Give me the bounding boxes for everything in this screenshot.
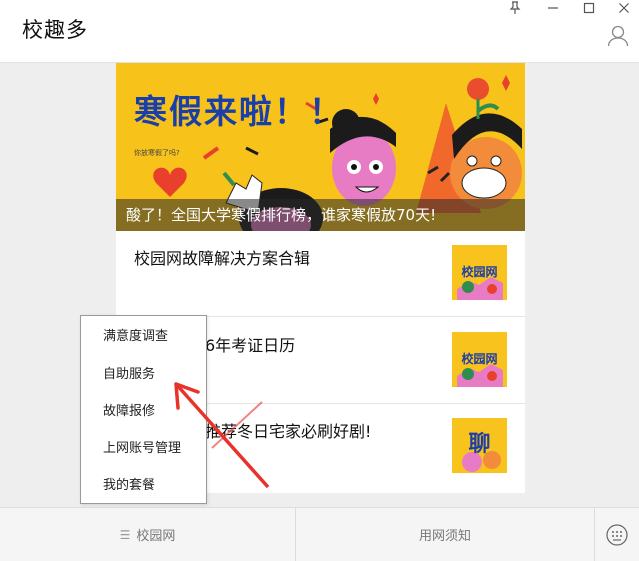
tab-label: 用网须知 — [418, 529, 471, 544]
app-title: 校趣多 — [22, 18, 88, 42]
thumbnail-text: 聊 — [468, 432, 491, 457]
featured-banner[interactable]: 寒假来啦！！ 你放寒假了吗? 酸了！全国大学寒假排行榜，谁家寒假放70天! — [116, 63, 525, 231]
article-title: 推荐冬日宅家必刷好剧! — [205, 422, 372, 441]
service-popup-menu: 满意度调查 自助服务 故障报修 上网账号管理 我的套餐 — [80, 315, 207, 504]
bottom-menu-bar: ☰ 校园网 用网须知 — [0, 507, 639, 561]
article-item[interactable]: 校园网故障解决方案合辑 校园网 — [116, 231, 525, 317]
article-thumbnail: 校园网 — [452, 245, 507, 300]
tab-usage-notice[interactable]: 用网须知 — [296, 508, 595, 561]
title-bar: 校趣多 — [0, 0, 639, 63]
minimize-icon[interactable] — [541, 0, 565, 16]
banner-small-text: 你放寒假了吗? — [134, 149, 180, 157]
menu-item-account-management[interactable]: 上网账号管理 — [81, 430, 206, 468]
menu-item-survey[interactable]: 满意度调查 — [81, 318, 206, 356]
tab-campus-network[interactable]: ☰ 校园网 — [0, 508, 296, 561]
thumbnail-text: 校园网 — [461, 265, 498, 279]
banner-headline: 寒假来啦！！ — [134, 92, 344, 131]
maximize-icon[interactable] — [577, 0, 601, 16]
user-profile-icon[interactable] — [607, 24, 629, 48]
menu-icon: ☰ — [119, 527, 131, 542]
menu-item-self-service[interactable]: 自助服务 — [81, 356, 206, 394]
menu-item-my-plan[interactable]: 我的套餐 — [81, 467, 206, 505]
keyboard-toggle-icon[interactable] — [595, 508, 639, 561]
article-thumbnail: 校园网 — [452, 332, 507, 387]
article-title: 6年考证日历 — [205, 336, 296, 355]
tab-label: 校园网 — [136, 529, 176, 544]
article-thumbnail: 聊 — [452, 418, 507, 473]
banner-caption: 酸了！全国大学寒假排行榜，谁家寒假放70天! — [116, 199, 525, 231]
article-title: 校园网故障解决方案合辑 — [134, 249, 311, 268]
close-icon[interactable] — [612, 0, 636, 16]
pin-icon[interactable] — [503, 0, 527, 16]
thumbnail-text: 校园网 — [461, 352, 498, 366]
menu-item-fault-report[interactable]: 故障报修 — [81, 393, 206, 431]
